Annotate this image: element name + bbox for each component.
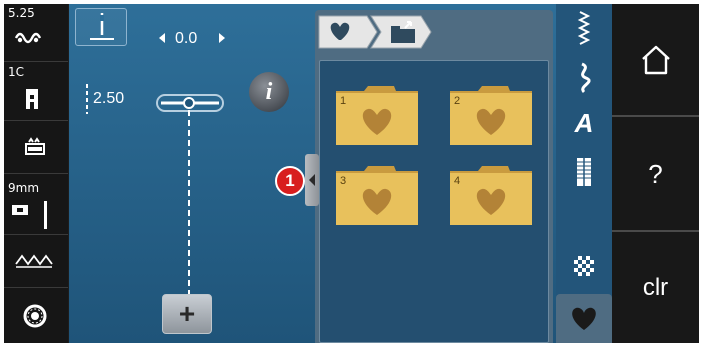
needle-icon bbox=[90, 13, 114, 40]
category-buttonholes[interactable] bbox=[556, 148, 612, 196]
stitch-length-value: 2.50 bbox=[93, 90, 125, 107]
category-decorative[interactable] bbox=[556, 52, 612, 100]
folder-heart-icon bbox=[336, 166, 418, 225]
add-stitch-button[interactable]: + bbox=[162, 294, 212, 334]
bobbin-status[interactable] bbox=[4, 289, 68, 343]
upper-thread-tension-status[interactable]: 5.25 bbox=[4, 4, 68, 62]
folder-heart-icon bbox=[336, 86, 418, 145]
utility-stitches-icon bbox=[577, 11, 591, 45]
presser-foot-status[interactable]: 1C bbox=[4, 63, 68, 121]
needle-position-value: 0.0 bbox=[175, 30, 198, 47]
thread-stitch-status[interactable] bbox=[4, 236, 68, 288]
quilt-stitches-icon bbox=[574, 256, 594, 276]
home-icon bbox=[642, 45, 670, 75]
tension-value: 5.25 bbox=[8, 6, 35, 20]
home-button[interactable] bbox=[612, 4, 699, 117]
clear-button[interactable]: clr bbox=[612, 234, 699, 343]
decorative-stitches-icon bbox=[581, 62, 591, 94]
feed-dog-icon bbox=[25, 137, 45, 155]
folder-number: 1 bbox=[340, 95, 347, 107]
chevron-left-icon bbox=[309, 174, 315, 186]
category-utility[interactable] bbox=[556, 4, 612, 52]
sewing-machine-screen: 5.25 1C 9mm 0.0 2.50 i + 1 2 3 4 1 A ? c… bbox=[4, 4, 699, 343]
alphabets-icon: A bbox=[574, 108, 594, 138]
presser-foot-label: 1C bbox=[8, 65, 25, 79]
folder-number: 2 bbox=[454, 95, 461, 107]
folder-3[interactable]: 3 bbox=[334, 163, 420, 227]
folder-1[interactable]: 1 bbox=[334, 83, 420, 147]
folder-2[interactable]: 2 bbox=[448, 83, 534, 147]
feed-dog-status[interactable] bbox=[4, 122, 68, 174]
personal-program-panel: 1 2 3 4 bbox=[315, 10, 553, 343]
personal-program-heart-icon bbox=[572, 307, 596, 330]
stitch-preview-line bbox=[188, 110, 190, 294]
tab-favorites[interactable] bbox=[318, 15, 378, 49]
folder-grid: 1 2 3 4 bbox=[319, 60, 549, 343]
callout-badge: 1 bbox=[275, 166, 305, 196]
help-label: ? bbox=[648, 159, 663, 189]
folder-heart-icon bbox=[450, 86, 532, 145]
category-alphabets[interactable]: A bbox=[556, 100, 612, 148]
clear-label: clr bbox=[642, 274, 669, 301]
system-bar: ? clr bbox=[612, 4, 699, 343]
stitch-category-strip: A bbox=[556, 4, 612, 343]
category-personal-program[interactable] bbox=[556, 294, 612, 343]
main-area: 0.0 2.50 i + 1 2 3 4 1 bbox=[69, 4, 556, 343]
collapse-panel-handle[interactable] bbox=[305, 154, 319, 206]
stitch-length-icon bbox=[86, 84, 88, 114]
needle-plate-label: 9mm bbox=[8, 181, 40, 195]
info-button[interactable]: i bbox=[249, 72, 289, 112]
help-button[interactable]: ? bbox=[612, 119, 699, 232]
folder-heart-icon bbox=[450, 166, 532, 225]
presser-foot-icon bbox=[26, 89, 38, 109]
status-column: 5.25 1C 9mm bbox=[4, 4, 68, 343]
folder-number: 3 bbox=[340, 175, 347, 187]
folder-number: 4 bbox=[454, 175, 461, 187]
needle-position-button[interactable] bbox=[75, 8, 127, 46]
stitch-plate-icon bbox=[12, 201, 47, 229]
zigzag-stitch-icon bbox=[15, 254, 53, 268]
decrease-needle-position-icon[interactable] bbox=[157, 32, 167, 44]
category-quilt[interactable] bbox=[556, 244, 612, 292]
increase-needle-position-icon[interactable] bbox=[217, 32, 227, 44]
bobbin-icon bbox=[23, 304, 47, 328]
panel-tab-bar bbox=[318, 15, 432, 49]
folder-4[interactable]: 4 bbox=[448, 163, 534, 227]
needle-plate-status[interactable]: 9mm bbox=[4, 175, 68, 235]
buttonholes-icon bbox=[577, 158, 591, 186]
tension-icon bbox=[14, 32, 42, 44]
